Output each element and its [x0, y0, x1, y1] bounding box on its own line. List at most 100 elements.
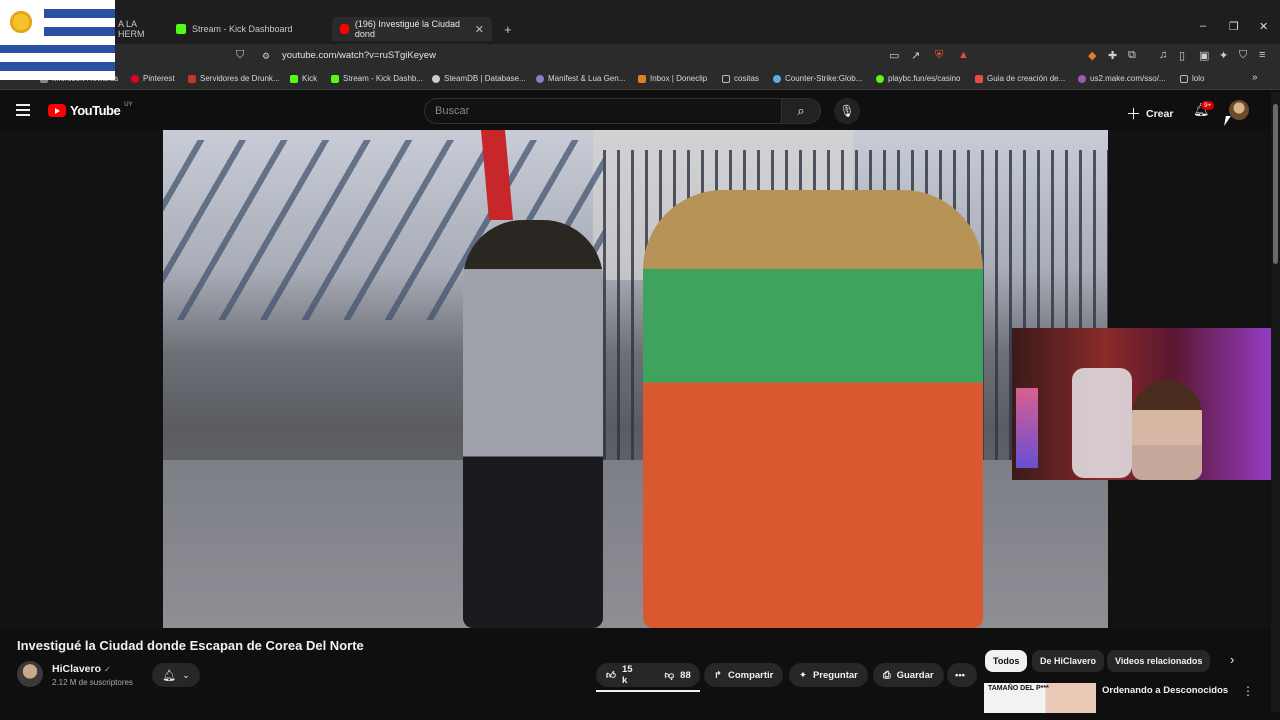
bookmark-item[interactable]: playbc.fun/es/casino: [876, 74, 961, 83]
tab-label: A LA HERM: [118, 19, 145, 39]
youtube-play-icon: [48, 104, 66, 117]
verified-icon: ✓: [104, 665, 111, 674]
bookmark-item[interactable]: Servidores de Drunk...: [188, 74, 280, 83]
voice-search-button[interactable]: 🎙: [834, 98, 860, 124]
kick-icon: [176, 24, 186, 34]
bookmark-item[interactable]: Counter-Strike:Glob...: [773, 74, 862, 83]
media-icon[interactable]: ♫: [1159, 49, 1167, 61]
chip-videos-relacionados[interactable]: Videos relacionados: [1107, 650, 1211, 672]
bookmark-item[interactable]: SteamDB | Database...: [432, 74, 526, 83]
bell-icon: 🔔︎: [162, 669, 177, 682]
extension-icon[interactable]: ◆: [1088, 49, 1096, 62]
bookmark-item[interactable]: Guia de creación de...: [975, 74, 1065, 83]
create-button[interactable]: ＋ Crear: [1126, 103, 1173, 124]
like-progress-bar: [596, 690, 700, 692]
bookmark-item[interactable]: Inbox | Doneclip: [638, 74, 707, 83]
sun-of-may-icon: [6, 7, 36, 37]
bookmark-folder[interactable]: lolo: [1180, 74, 1204, 83]
tab-label: Stream - Kick Dashboard: [192, 24, 293, 34]
tab-a-la-herm[interactable]: A LA HERM: [110, 17, 160, 41]
new-tab-button[interactable]: +: [496, 17, 516, 41]
search-icon: ⌕: [797, 103, 805, 118]
bookmark-favicon: [536, 74, 544, 83]
bookmark-icon[interactable]: ⛉: [236, 49, 244, 62]
mic-icon: 🎙: [839, 104, 855, 118]
youtube-header: YouTube UY Buscar ⌕ 🎙 ＋ Crear 🔔︎ 9+: [0, 92, 1280, 130]
sparkle-icon: ✦: [799, 669, 807, 681]
ai-icon[interactable]: ✦: [1219, 49, 1228, 62]
channel-avatar[interactable]: [17, 661, 43, 687]
bookmark-favicon: [876, 74, 884, 83]
close-window-button[interactable]: ✕: [1259, 20, 1268, 33]
bookmark-item[interactable]: Kick: [290, 74, 317, 83]
bookmarks-bar: Microsoft Rewards Pinterest Servidores d…: [0, 68, 1280, 90]
share-icon: ↱: [714, 669, 722, 681]
site-info-icon[interactable]: ⚙: [262, 51, 270, 62]
search-button[interactable]: ⌕: [781, 98, 821, 124]
subscriber-count: 2.12 M de suscriptores: [52, 678, 133, 687]
more-actions-button[interactable]: •••: [947, 663, 977, 687]
dislike-button[interactable]: 👎︎ 88: [655, 663, 701, 687]
more-vert-icon[interactable]: ⋮: [1242, 684, 1254, 698]
recommended-title[interactable]: Ordenando a Desconocidos: [1102, 685, 1228, 696]
tab-label: (196) Investigué la Ciudad dond: [354, 19, 460, 39]
thumbs-down-icon: 👎︎: [664, 670, 675, 681]
tab-youtube-video[interactable]: (196) Investigué la Ciudad dond ✕: [332, 17, 492, 41]
tab-kick-dashboard[interactable]: Stream - Kick Dashboard: [168, 17, 326, 41]
kick-icon: [331, 74, 339, 83]
video-title: Investigué la Ciudad donde Escapan de Co…: [17, 638, 364, 653]
like-button[interactable]: 👍︎ 15 k: [596, 663, 643, 687]
chip-de-hiclavero[interactable]: De HiClavero: [1032, 650, 1105, 672]
vpn-icon[interactable]: ⛉: [1239, 49, 1247, 62]
bookmark-folder[interactable]: cositas: [722, 74, 759, 83]
chevron-right-icon[interactable]: ›: [1230, 652, 1234, 667]
sidebar-icon[interactable]: ▯: [1179, 49, 1185, 62]
subscription-bell-button[interactable]: 🔔︎ ⌄: [152, 663, 200, 687]
streamer-webcam-overlay: [1012, 328, 1280, 480]
save-button[interactable]: ⎙ Guardar: [873, 663, 944, 687]
steam-icon: [773, 74, 781, 83]
kick-icon: [290, 74, 298, 83]
make-icon: [1078, 74, 1086, 83]
ask-button[interactable]: ✦ Preguntar: [789, 663, 868, 687]
folder-icon: [1180, 74, 1188, 83]
youtube-logo[interactable]: YouTube UY: [48, 102, 133, 118]
chevron-down-icon: ⌄: [182, 669, 190, 680]
chip-todos[interactable]: Todos: [985, 650, 1028, 672]
cast-icon[interactable]: ▭: [889, 49, 899, 62]
brave-shield-icon[interactable]: ⛨: [935, 49, 943, 62]
puzzle-icon[interactable]: ✚: [1108, 49, 1117, 62]
wallet-icon[interactable]: ▣: [1199, 49, 1209, 62]
youtube-icon: [340, 24, 349, 34]
bookmark-item[interactable]: Stream - Kick Dashb...: [331, 74, 423, 83]
recommended-thumbnail[interactable]: TAMAÑO DEL P***: [984, 683, 1096, 713]
address-bar: ⛉ ⚙ youtube.com/watch?v=ruSTgiKeyew ▭ ↗ …: [0, 44, 1280, 68]
screenshot-icon[interactable]: ⧉: [1128, 49, 1136, 62]
uruguay-flag-overlay: [0, 0, 115, 80]
share-button[interactable]: ↱ Compartir: [704, 663, 784, 687]
page-scrollbar[interactable]: [1271, 92, 1280, 712]
bookmark-item[interactable]: Pinterest: [131, 74, 175, 83]
more-bookmarks-icon[interactable]: »: [1252, 72, 1258, 83]
folder-icon: [722, 74, 730, 83]
close-tab-icon[interactable]: ✕: [475, 23, 484, 36]
video-player[interactable]: [163, 130, 1108, 628]
bookmark-item[interactable]: Manifest & Lua Gen...: [536, 74, 625, 83]
bookmark-item[interactable]: us2.make.com/sso/...: [1078, 74, 1166, 83]
account-avatar[interactable]: [1229, 100, 1249, 120]
browser-tab-bar: A LA HERM Stream - Kick Dashboard (196) …: [0, 0, 1280, 44]
minimize-button[interactable]: –: [1200, 20, 1206, 32]
url-field[interactable]: youtube.com/watch?v=ruSTgiKeyew: [282, 50, 436, 61]
restore-button[interactable]: ❐: [1229, 20, 1239, 33]
like-dislike-group: 👍︎ 15 k 👎︎ 88: [596, 663, 700, 687]
menu-icon[interactable]: ≡: [1259, 49, 1265, 61]
channel-name[interactable]: HiClavero ✓: [52, 663, 111, 675]
rewards-icon[interactable]: ▲: [958, 49, 969, 61]
thumbs-up-icon: 👍︎: [606, 670, 616, 681]
bookmark-save-icon: ⎙: [883, 669, 891, 681]
search-input[interactable]: Buscar: [424, 98, 782, 124]
bookmark-favicon: [975, 74, 983, 83]
share-page-icon[interactable]: ↗: [911, 49, 920, 62]
plus-icon: ＋: [1126, 106, 1142, 123]
hamburger-menu-icon[interactable]: [16, 104, 30, 116]
